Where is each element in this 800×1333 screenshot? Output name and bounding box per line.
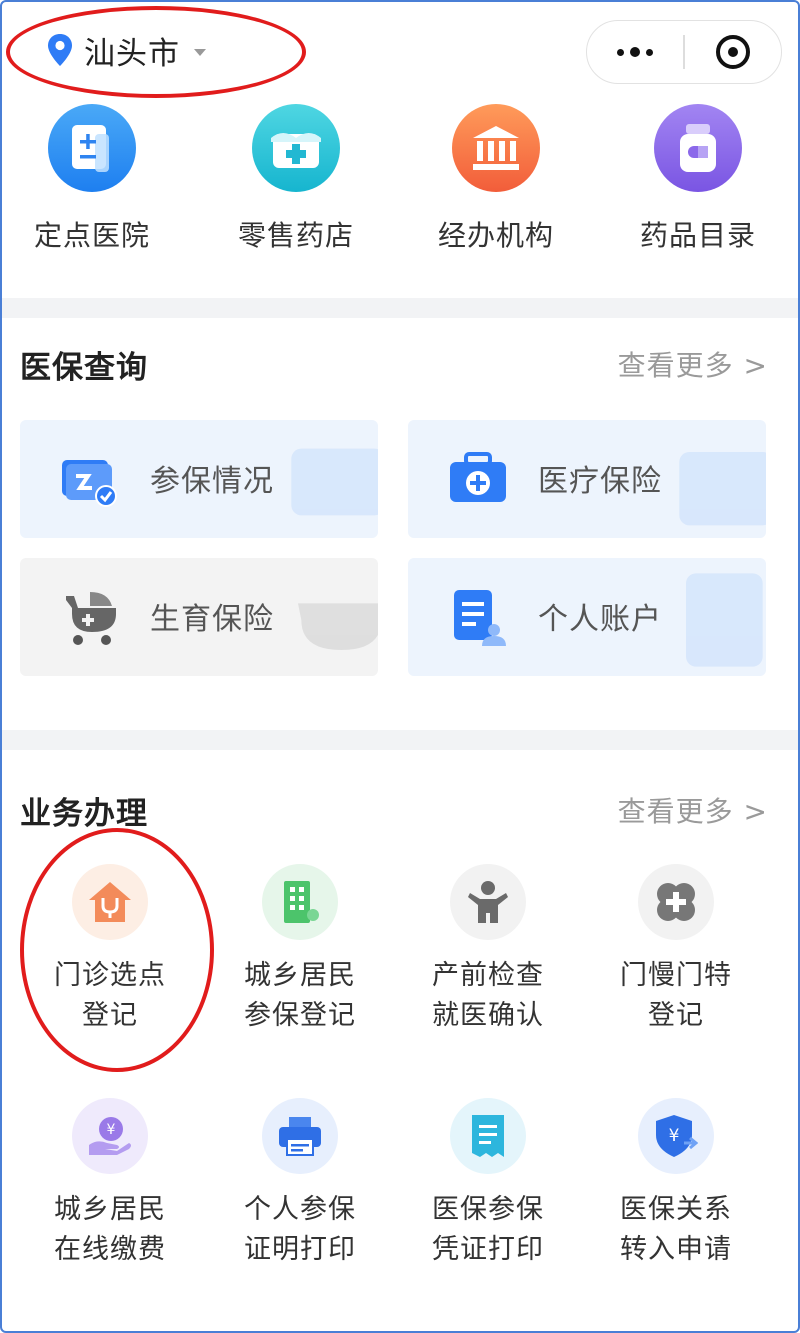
more-dots-icon (617, 48, 624, 56)
baby-stroller-icon (66, 592, 116, 645)
service-label-line2: 转入申请 (620, 1234, 732, 1265)
city-selector[interactable]: 汕头市 (46, 28, 206, 72)
quick-link-institution[interactable]: 经办机构 (406, 98, 586, 298)
service-label: 医保参保 凭证打印 (394, 1190, 582, 1270)
section-divider (2, 730, 798, 750)
medicine-bottle-icon (654, 104, 742, 192)
quick-link-medicine-catalog[interactable]: 药品目录 (608, 98, 788, 298)
card-personal-account[interactable]: 个人账户 (408, 558, 766, 676)
printer-icon (262, 1098, 338, 1174)
svg-text:¥: ¥ (107, 1122, 116, 1138)
insurance-query-title: 医保查询 (20, 350, 148, 386)
more-dot-right (646, 48, 653, 56)
quick-link-label: 药品目录 (639, 219, 756, 252)
service-label-line2: 就医确认 (432, 1000, 544, 1031)
card-label: 生育保险 (150, 602, 274, 637)
card-label: 医疗保险 (538, 464, 662, 499)
service-label-line2: 登记 (82, 1000, 138, 1031)
quick-link-hospital[interactable]: 定点医院 (2, 98, 182, 298)
service-label-line2: 在线缴费 (54, 1234, 166, 1265)
service-label-line1: 门诊选点 (54, 960, 166, 991)
card-insured-status[interactable]: 参保情况 (20, 420, 378, 538)
quick-link-pharmacy[interactable]: 零售药店 (206, 98, 386, 298)
header: 汕头市 (2, 2, 798, 98)
service-enrollment-certificate-print[interactable]: 个人参保 证明打印 (206, 1098, 394, 1308)
card-maternity-insurance[interactable]: 生育保险 (20, 558, 378, 676)
service-label: 门慢门特 登记 (582, 956, 770, 1036)
business-title: 业务办理 (20, 796, 148, 832)
quick-link-label: 定点医院 (33, 219, 150, 252)
service-label: 门诊选点 登记 (16, 956, 204, 1036)
insured-card-check-icon (62, 460, 117, 507)
watermark-card-icon (291, 448, 378, 516)
service-label-line2: 参保登记 (244, 1000, 356, 1031)
service-label-line1: 城乡居民 (244, 960, 356, 991)
caret-down-icon (194, 48, 206, 56)
service-resident-enrollment[interactable]: 城乡居民 参保登记 (206, 864, 394, 1074)
location-pin-icon (48, 34, 72, 66)
service-voucher-print[interactable]: 医保参保 凭证打印 (394, 1098, 582, 1308)
service-label: 城乡居民 在线缴费 (16, 1190, 204, 1270)
service-label-line2: 凭证打印 (432, 1234, 544, 1265)
quick-link-label: 经办机构 (437, 219, 554, 252)
watermark-stroller-icon (298, 603, 378, 650)
service-chronic-disease-registration[interactable]: 门慢门特 登记 (582, 864, 770, 1074)
more-button[interactable] (587, 21, 683, 83)
hospital-document-icon (48, 104, 136, 192)
service-label: 城乡居民 参保登记 (206, 956, 394, 1036)
card-label: 参保情况 (150, 464, 274, 499)
watermark-document-icon (686, 573, 763, 667)
service-label-line1: 医保关系 (620, 1194, 732, 1225)
card-medical-insurance[interactable]: 医疗保险 (408, 420, 766, 538)
watermark-kit-icon (679, 452, 766, 526)
service-outpatient-registration[interactable]: 门诊选点 登记 (16, 864, 204, 1074)
building-icon (262, 864, 338, 940)
quick-links: 定点医院 零售药店 经办机构 药品目录 (2, 98, 798, 298)
insurance-query-more-link[interactable]: 查看更多 > (618, 344, 768, 384)
medical-cross-clover-icon (638, 864, 714, 940)
service-online-payment[interactable]: ¥ 城乡居民 在线缴费 (16, 1098, 204, 1308)
pharmacy-shop-icon (252, 104, 340, 192)
city-name: 汕头市 (84, 35, 180, 72)
medical-kit-icon (450, 452, 506, 502)
record-target-icon (715, 35, 750, 69)
personal-account-document-icon (454, 590, 506, 646)
service-label: 医保关系 转入申请 (582, 1190, 770, 1270)
service-label-line2: 登记 (648, 1000, 704, 1031)
business-more-link[interactable]: 查看更多 > (618, 790, 768, 830)
close-button[interactable] (685, 21, 782, 83)
child-icon (450, 864, 526, 940)
svg-text:¥: ¥ (669, 1126, 680, 1146)
service-label: 产前检查 就医确认 (394, 956, 582, 1036)
service-prenatal-check[interactable]: 产前检查 就医确认 (394, 864, 582, 1074)
service-relationship-transfer[interactable]: ¥ 医保关系 转入申请 (582, 1098, 770, 1308)
app-frame: 汕头市 定点医院 零售药店 经办机构 药品目录 医保查询 查看更多 > 参保情况… (0, 0, 800, 1333)
service-label-line1: 医保参保 (432, 1194, 544, 1225)
more-dot-center (630, 47, 640, 57)
yuan-hand-icon: ¥ (72, 1098, 148, 1174)
institution-building-icon (452, 104, 540, 192)
service-label-line1: 产前检查 (432, 960, 544, 991)
receipt-icon (450, 1098, 526, 1174)
quick-link-label: 零售药店 (237, 219, 354, 252)
section-divider (2, 298, 798, 318)
clinic-house-stethoscope-icon (72, 864, 148, 940)
card-label: 个人账户 (538, 602, 662, 637)
yuan-shield-transfer-icon: ¥ (638, 1098, 714, 1174)
service-label-line1: 个人参保 (244, 1194, 356, 1225)
service-label: 个人参保 证明打印 (206, 1190, 394, 1270)
service-label-line1: 城乡居民 (54, 1194, 166, 1225)
mini-program-capsule (586, 20, 782, 84)
service-label-line1: 门慢门特 (620, 960, 732, 991)
service-label-line2: 证明打印 (244, 1234, 356, 1265)
